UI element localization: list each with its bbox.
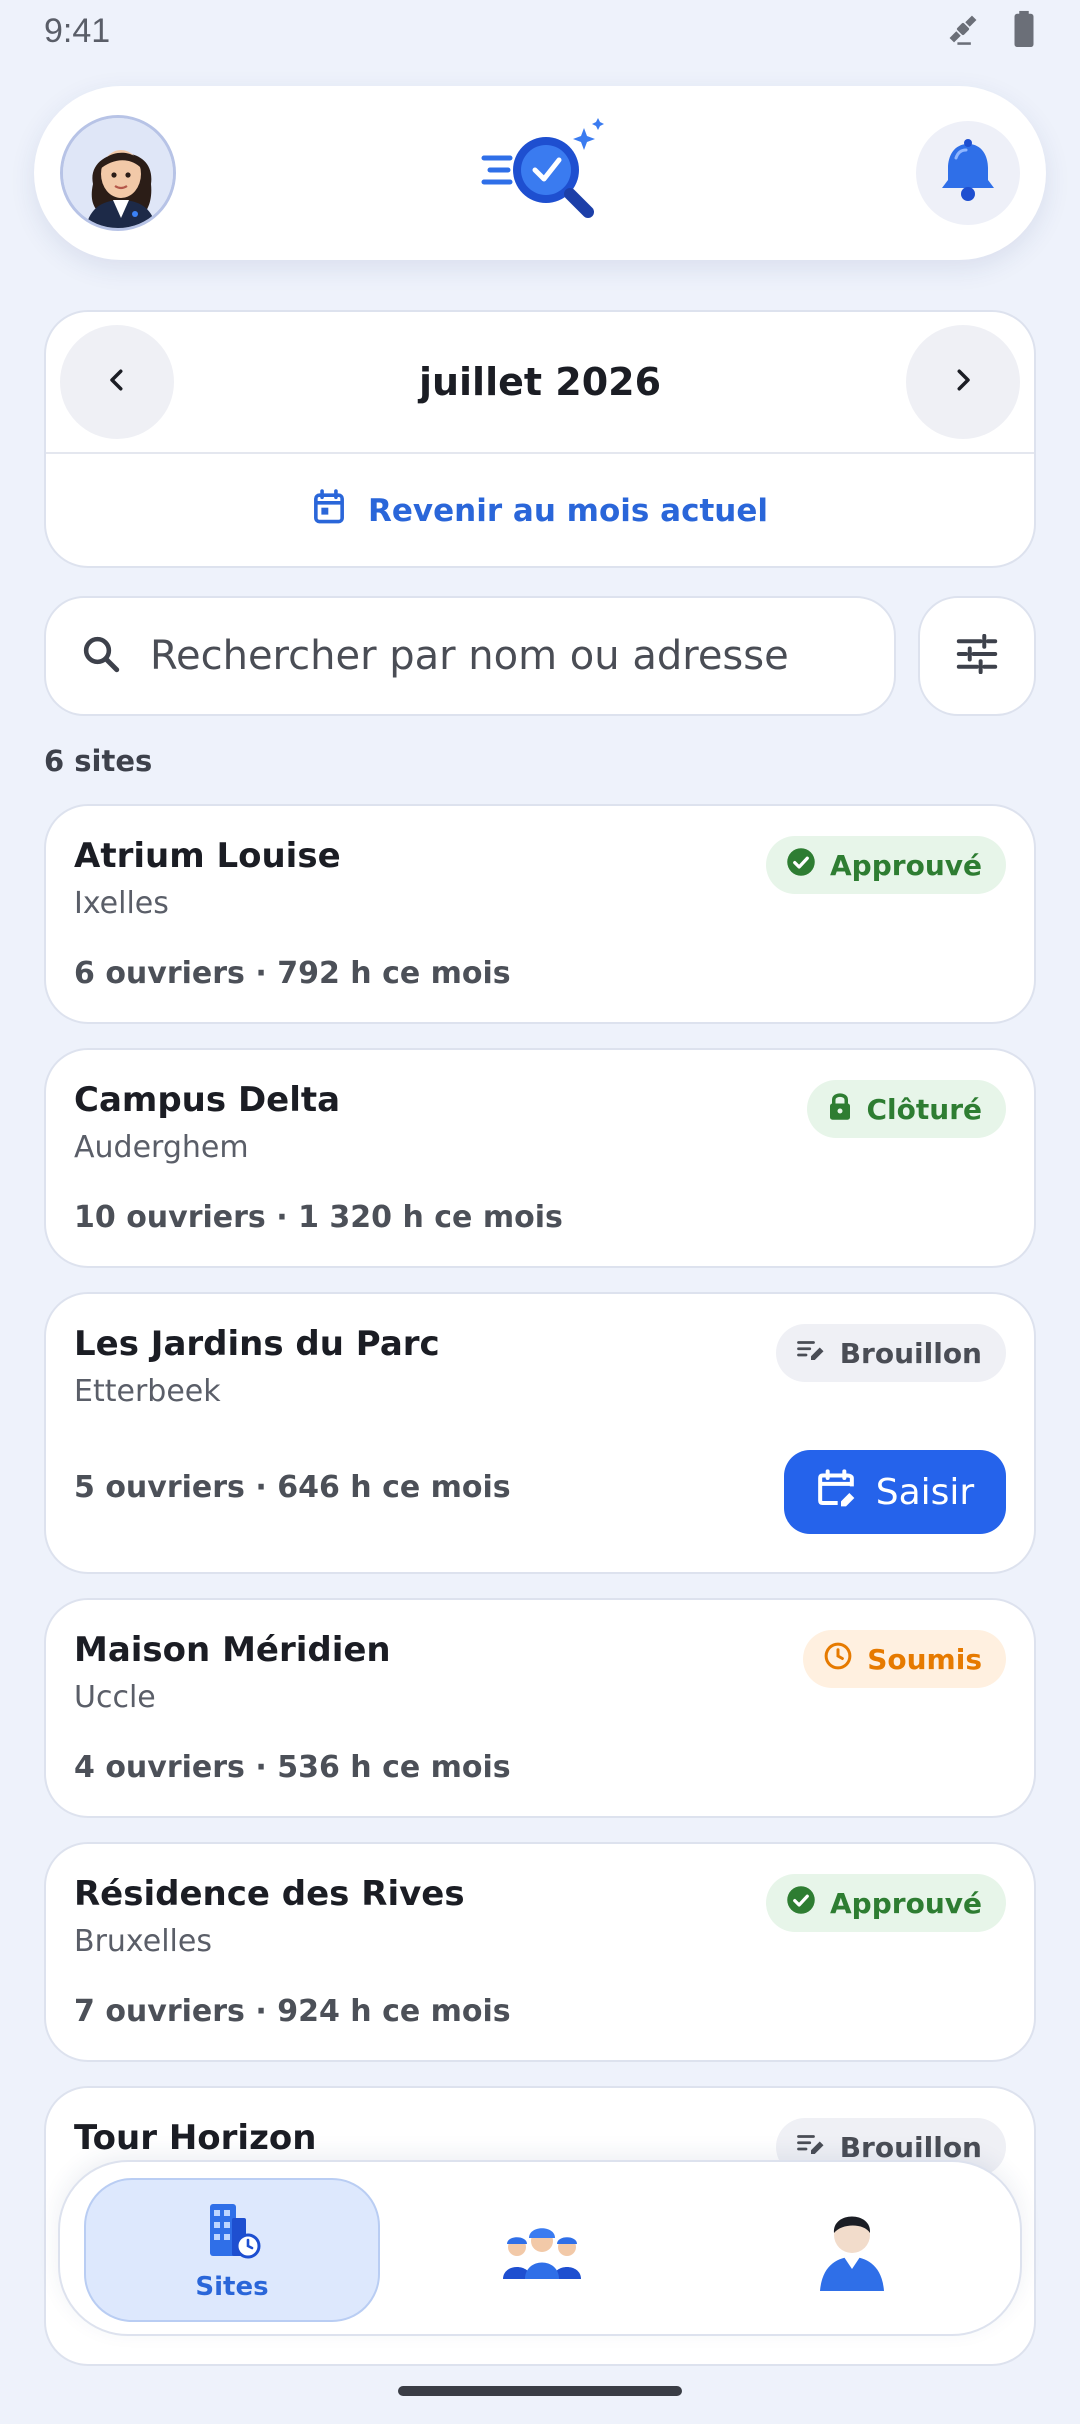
back-to-current-label: Revenir au mois actuel [368,493,768,529]
search-icon [80,633,122,679]
site-city: Auderghem [74,1130,249,1165]
site-card[interactable]: Maison Méridien Uccle 4 ouvriers · 536 h… [44,1598,1036,1818]
site-card[interactable]: Atrium Louise Ixelles 6 ouvriers · 792 h… [44,804,1036,1024]
filter-button[interactable] [918,596,1036,716]
site-city: Uccle [74,1680,156,1715]
calendar-edit-icon [816,1468,856,1517]
back-to-current-month-button[interactable]: Revenir au mois actuel [46,454,1034,568]
status-badge: Clôturé [806,1080,1006,1138]
status-label: Soumis [867,1642,982,1676]
battery-icon [1012,10,1036,52]
status-badge: Approuvé [766,1874,1006,1932]
site-city: Ixelles [74,886,169,921]
check-circle-icon [786,847,816,884]
home-indicator [398,2386,682,2396]
nav-item-sites[interactable]: Sites [84,2178,380,2322]
saisir-label: Saisir [875,1471,975,1513]
status-label: Clôturé [866,1092,983,1126]
chevron-right-icon [948,365,978,399]
sliders-icon [955,633,999,678]
search-input[interactable] [150,633,860,679]
building-icon [202,2198,262,2264]
status-time: 9:41 [44,11,111,50]
site-stats: 4 ouvriers · 536 h ce mois [74,1750,511,1785]
nav-label-sites: Sites [195,2272,269,2302]
bottom-nav: Sites [58,2160,1022,2336]
site-name: Maison Méridien [74,1630,391,1670]
site-stats: 5 ouvriers · 646 h ce mois [74,1470,511,1505]
status-label: Brouillon [839,2130,982,2164]
status-label: Approuvé [830,848,982,882]
status-badge: Approuvé [766,836,1006,894]
saisir-button[interactable]: Saisir [784,1450,1006,1534]
nav-item-team[interactable] [394,2178,690,2322]
sites-count: 6 sites [44,744,153,778]
profile-icon [812,2203,892,2297]
site-stats: 10 ouvriers · 1 320 h ce mois [74,1200,563,1235]
site-name: Tour Horizon [74,2118,317,2158]
satellite-icon [944,10,982,52]
month-row: juillet 2026 [46,312,1034,454]
avatar[interactable] [60,115,176,231]
site-stats: 7 ouvriers · 924 h ce mois [74,1994,511,2029]
status-badge: Brouillon [775,1324,1006,1382]
next-month-button[interactable] [906,325,1020,439]
chevron-left-icon [102,365,132,399]
edit-note-icon [796,1336,826,1371]
site-city: Etterbeek [74,1374,221,1409]
app-logo-icon [480,116,612,230]
previous-month-button[interactable] [60,325,174,439]
status-badge: Soumis [803,1630,1006,1688]
bell-icon [936,138,1000,208]
site-card[interactable]: Les Jardins du Parc Etterbeek 5 ouvriers… [44,1292,1036,1574]
site-name: Résidence des Rives [74,1874,465,1914]
app-header [34,86,1046,260]
site-card[interactable]: Campus Delta Auderghem 10 ouvriers · 1 3… [44,1048,1036,1268]
clock-icon [823,1641,853,1678]
status-bar: 9:41 [0,0,1080,62]
site-city: Bruxelles [74,1924,212,1959]
site-list: Atrium Louise Ixelles 6 ouvriers · 792 h… [44,804,1036,2390]
calendar-icon [312,489,346,533]
search-box [44,596,896,716]
site-stats: 6 ouvriers · 792 h ce mois [74,956,511,991]
nav-item-profile[interactable] [704,2178,1000,2322]
status-icons [944,10,1036,52]
site-name: Les Jardins du Parc [74,1324,440,1364]
check-circle-icon [786,1885,816,1922]
status-label: Brouillon [839,1336,982,1370]
month-selector-card: juillet 2026 Revenir au mois actuel [44,310,1036,568]
notifications-button[interactable] [916,121,1020,225]
lock-icon [827,1091,853,1128]
team-icon [497,2213,587,2287]
month-title: juillet 2026 [418,360,662,404]
status-label: Approuvé [830,1886,982,1920]
site-card[interactable]: Résidence des Rives Bruxelles 7 ouvriers… [44,1842,1036,2062]
site-name: Campus Delta [74,1080,341,1120]
site-name: Atrium Louise [74,836,341,876]
